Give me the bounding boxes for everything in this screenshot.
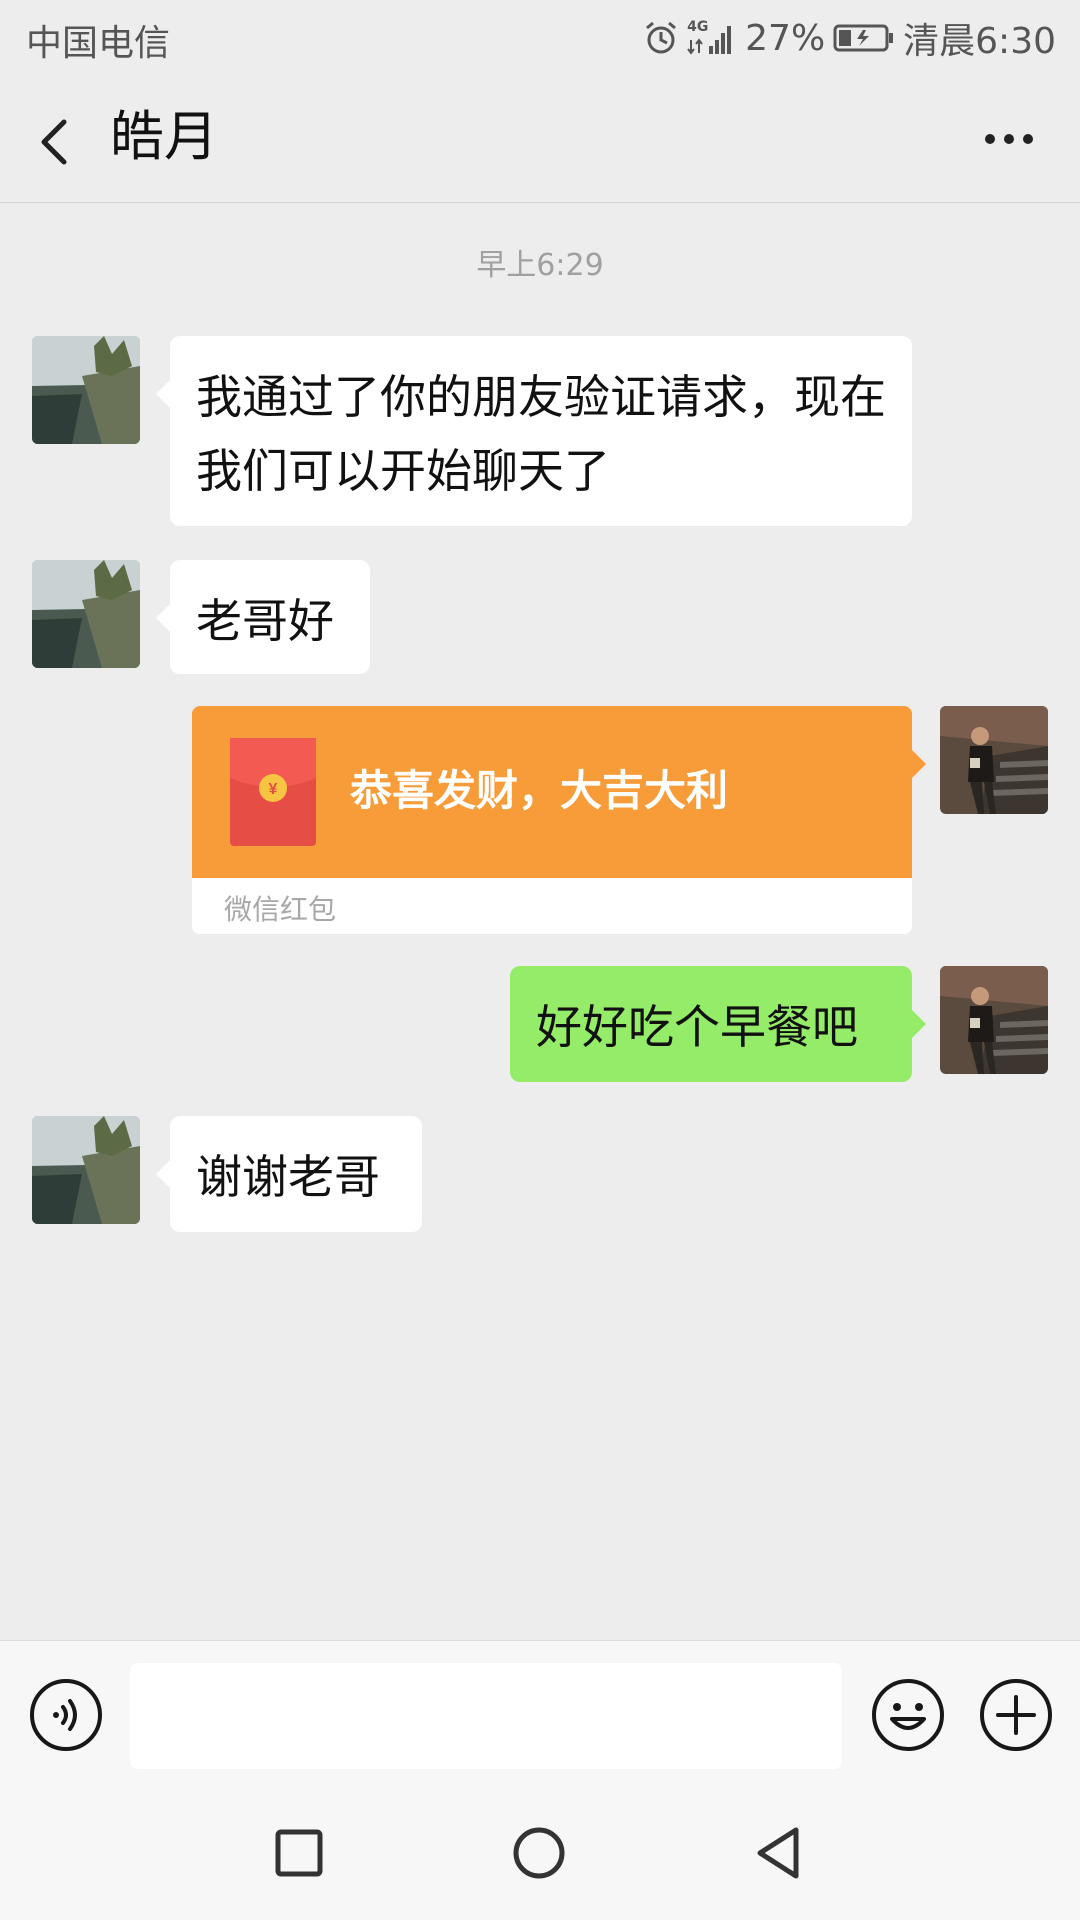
my-avatar[interactable] (940, 706, 1048, 814)
voice-button[interactable] (28, 1677, 104, 1753)
message-input[interactable] (130, 1663, 842, 1769)
my-avatar-image (940, 706, 1048, 814)
red-packet-footer: 微信红包 (192, 878, 912, 934)
my-avatar[interactable] (940, 966, 1048, 1074)
more-dots-icon (985, 134, 1033, 144)
home-button[interactable] (506, 1820, 572, 1886)
red-packet-label: 微信红包 (224, 893, 337, 926)
status-bar: 中国电信 4G 27% 清晨6:30 (0, 0, 1080, 76)
contact-avatar-image (32, 336, 140, 444)
message-text: 谢谢老哥 (196, 1150, 380, 1204)
message-text: 老哥好 (196, 594, 334, 648)
my-avatar-image (940, 966, 1048, 1074)
more-button[interactable] (974, 116, 1044, 162)
clock-time: 清晨6:30 (903, 21, 1056, 62)
red-packet-greeting: 恭喜发财，大吉大利 (350, 766, 729, 815)
status-icons: 4G 27% 清晨6:30 (643, 12, 1056, 64)
chevron-left-icon (41, 119, 67, 165)
contact-avatar-image (32, 560, 140, 668)
emoji-icon (872, 1679, 944, 1751)
contact-avatar[interactable] (32, 1116, 140, 1224)
circle-icon (513, 1827, 565, 1879)
system-back-button[interactable] (746, 1820, 812, 1886)
svg-text:¥: ¥ (269, 781, 278, 798)
red-packet-message[interactable]: ¥ 恭喜发财，大吉大利 微信红包 (192, 706, 926, 934)
message-bubble-incoming[interactable]: 谢谢老哥 (156, 1116, 422, 1232)
message-bubble-outgoing[interactable]: 好好吃个早餐吧 (510, 966, 926, 1082)
system-nav-bar (0, 1786, 1080, 1920)
battery-icon (833, 23, 895, 53)
square-icon (275, 1829, 323, 1877)
message-text: 好好吃个早餐吧 (536, 1000, 858, 1054)
message-bubble-incoming[interactable]: 老哥好 (156, 560, 370, 674)
message-bubble-incoming[interactable]: 我通过了你的朋友验证请求，现在我们可以开始聊天了 (156, 336, 912, 526)
red-envelope-icon: ¥ (230, 738, 316, 846)
triangle-back-icon (757, 1827, 799, 1879)
message-text: 我通过了你的朋友验证请求，现在我们可以开始聊天了 (196, 370, 886, 498)
contact-avatar-image (32, 1116, 140, 1224)
message-timestamp: 早上6:29 (476, 248, 604, 283)
red-packet-body: ¥ 恭喜发财，大吉大利 (192, 706, 926, 878)
recent-apps-button[interactable] (266, 1820, 332, 1886)
plus-icon (980, 1679, 1052, 1751)
input-bar (0, 1640, 1080, 1787)
contact-avatar[interactable] (32, 560, 140, 668)
chat-header: 皓月 (0, 76, 1080, 203)
more-functions-button[interactable] (978, 1677, 1054, 1753)
chat-title: 皓月 (110, 105, 218, 168)
signal-icon: 4G (687, 20, 737, 56)
carrier-label: 中国电信 (26, 23, 171, 64)
back-button[interactable] (28, 106, 88, 172)
chat-screen: 中国电信 4G 27% 清晨6:30 皓月 早上6:29 我通过了你的朋友验证请… (0, 0, 1080, 1920)
battery-percent: 27% (745, 17, 826, 59)
voice-icon (30, 1679, 102, 1751)
contact-avatar[interactable] (32, 336, 140, 444)
emoji-button[interactable] (870, 1677, 946, 1753)
alarm-icon (643, 20, 679, 56)
